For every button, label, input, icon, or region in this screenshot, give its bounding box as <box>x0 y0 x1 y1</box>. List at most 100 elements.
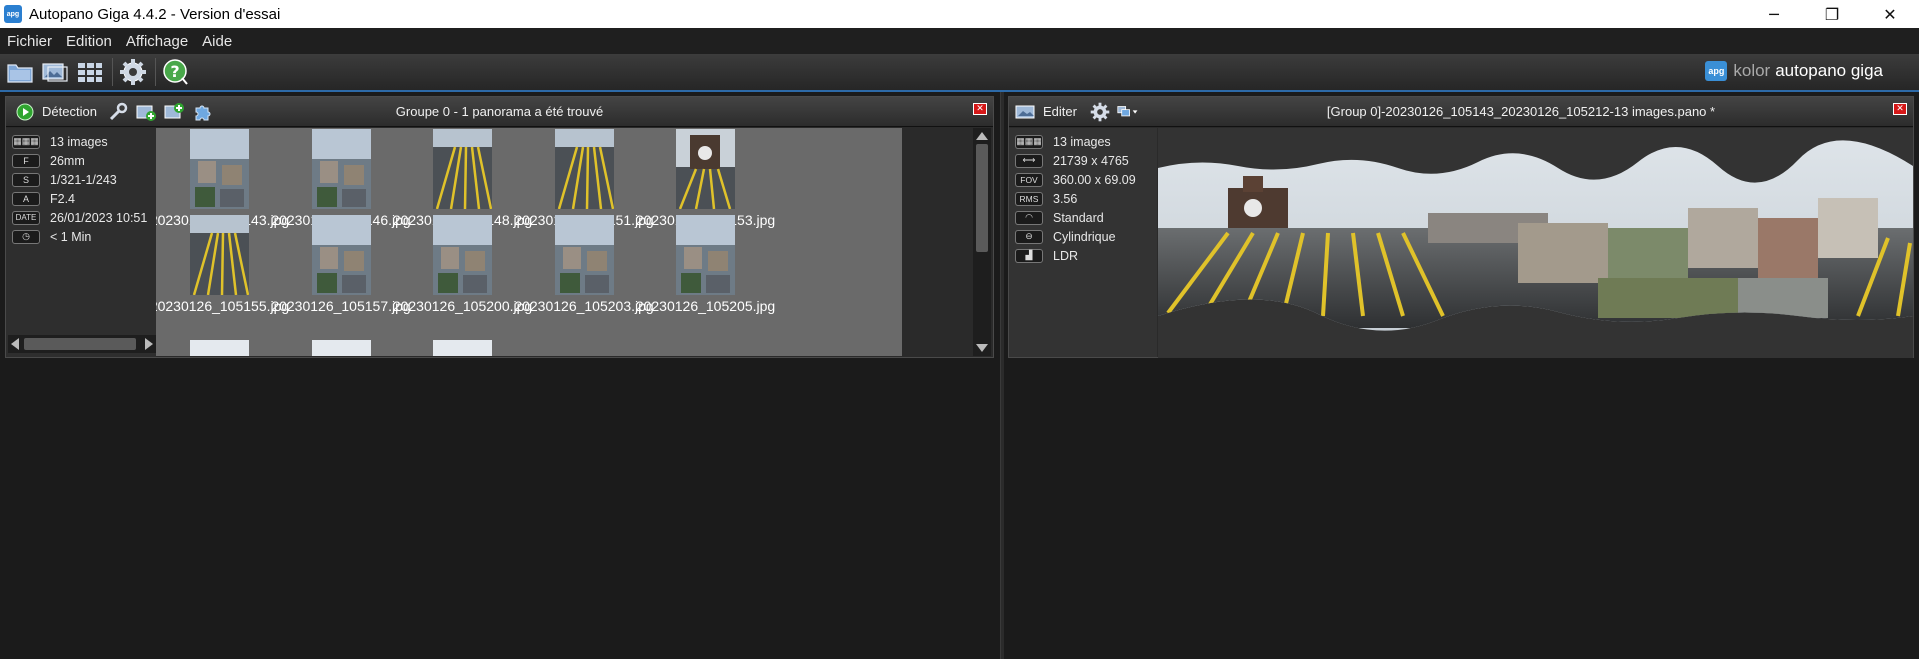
projection-value: Cylindrique <box>1053 229 1116 244</box>
info-row: S 1/321-1/243 <box>6 170 156 189</box>
minimize-button[interactable]: ─ <box>1745 0 1803 28</box>
panorama-preview[interactable] <box>1158 128 1913 358</box>
settings-gear-icon[interactable] <box>118 57 148 87</box>
close-window-button[interactable]: ✕ <box>1861 0 1919 28</box>
horizontal-scrollbar[interactable] <box>8 335 156 353</box>
menu-aide[interactable]: Aide <box>195 33 239 50</box>
panel-splitter[interactable] <box>1000 92 1004 659</box>
blend-mode-value: Standard <box>1053 210 1104 225</box>
scroll-right-icon[interactable] <box>145 338 153 350</box>
panorama-info-column: ▦▦▦ 13 images ⟷ 21739 x 4765 FOV 360.00 x 6… <box>1009 128 1157 357</box>
grid-empty-area <box>902 128 974 356</box>
fov-value: 360.00 x 69.09 <box>1053 172 1136 187</box>
aperture-badge: A <box>12 191 40 206</box>
info-row: ◠ Standard <box>1009 208 1157 227</box>
group-info-column: ▦▦▦ 13 images F 26mm S 1/321-1/243 A F2.4 DA… <box>6 128 156 357</box>
info-row: ⟷ 21739 x 4765 <box>1009 151 1157 170</box>
menu-fichier[interactable]: Fichier <box>0 33 59 50</box>
thumbnail-partial[interactable] <box>190 340 249 356</box>
thumbnail-image[interactable] <box>311 129 371 209</box>
app-logo-icon: apg <box>4 5 22 23</box>
brand-logo: apg kolor autopano giga <box>1705 61 1883 81</box>
size-arrows-icon: ⟷ <box>1015 153 1043 168</box>
panorama-panel: Editer [Group 0]-20230126_105143_2023012… <box>1008 96 1914 358</box>
date-badge: DATE <box>12 210 40 225</box>
aperture-value: F2.4 <box>50 191 76 206</box>
info-row: ⊖ Cylindrique <box>1009 227 1157 246</box>
settings-gear-icon[interactable] <box>1089 101 1111 123</box>
close-panel-icon[interactable]: ✕ <box>973 103 987 115</box>
window-title: Autopano Giga 4.4.2 - Version d'essai <box>29 5 281 23</box>
thumbnail-image[interactable] <box>676 129 735 210</box>
rms-value: 3.56 <box>1053 191 1078 206</box>
thumbnail-image[interactable] <box>554 215 614 295</box>
render-dropdown-icon[interactable] <box>1117 101 1139 123</box>
blend-mode-icon: ◠ <box>1015 210 1043 225</box>
fov-badge: FOV <box>1015 172 1043 187</box>
help-icon[interactable]: ? <box>161 57 191 87</box>
brand-logo-icon: apg <box>1705 61 1728 81</box>
panorama-preview-image <box>1158 128 1913 358</box>
info-row: A F2.4 <box>6 189 156 208</box>
info-row: ◷ < 1 Min <box>6 227 156 246</box>
scrollbar-thumb[interactable] <box>976 144 988 252</box>
edit-label[interactable]: Editer <box>1043 104 1077 119</box>
toolbar-separator <box>155 58 156 86</box>
scrollbar-thumb[interactable] <box>24 338 136 350</box>
puzzle-icon[interactable] <box>191 101 213 123</box>
grid-view-icon[interactable] <box>75 57 105 87</box>
thumbnail-item[interactable]: 20230126_105205.jpg <box>631 214 780 319</box>
thumbnail-image[interactable] <box>190 215 250 296</box>
open-folder-icon[interactable] <box>5 57 35 87</box>
thumbnail-grid: 20230126_105143.jpg20230126_105146.jpg20… <box>156 128 902 356</box>
thumbnail-image[interactable] <box>676 215 735 295</box>
close-panel-icon[interactable]: ✕ <box>1893 103 1907 115</box>
add-images-icon[interactable] <box>135 101 157 123</box>
projection-icon: ⊖ <box>1015 229 1043 244</box>
play-detection-icon[interactable] <box>14 101 36 123</box>
info-row: ▟ LDR <box>1009 246 1157 265</box>
thumbnail-image[interactable] <box>554 129 614 210</box>
thumbnail-partial[interactable] <box>433 340 492 356</box>
menu-affichage[interactable]: Affichage <box>119 33 195 50</box>
ldr-value: LDR <box>1053 248 1079 263</box>
open-images-icon[interactable] <box>40 57 70 87</box>
images-count: 13 images <box>50 134 108 149</box>
menu-edition[interactable]: Edition <box>59 33 119 50</box>
info-row: F 26mm <box>6 151 156 170</box>
info-row: FOV 360.00 x 69.09 <box>1009 170 1157 189</box>
brand-product-name: autopano giga <box>1775 61 1883 80</box>
main-toolbar: ? apg kolor autopano giga <box>0 54 1919 92</box>
info-row: DATE 26/01/2023 10:51 <box>6 208 156 227</box>
detection-panel: Détection Groupe 0 - 1 panorama a été tr… <box>5 96 994 358</box>
detection-label[interactable]: Détection <box>42 104 97 119</box>
info-row: RMS 3.56 <box>1009 189 1157 208</box>
thumbnail-image[interactable] <box>433 215 492 295</box>
shutter-value: 1/321-1/243 <box>50 172 117 187</box>
images-count-icon: ▦▦▦ <box>12 134 40 149</box>
images-count-icon: ▦▦▦ <box>1015 134 1043 149</box>
focal-badge: F <box>12 153 40 168</box>
ldr-icon: ▟ <box>1015 248 1043 263</box>
scroll-down-icon[interactable] <box>976 344 988 352</box>
pano-size-value: 21739 x 4765 <box>1053 153 1129 168</box>
maximize-button[interactable]: ❐ <box>1803 0 1861 28</box>
images-count: 13 images <box>1053 134 1111 149</box>
detection-panel-header: Détection Groupe 0 - 1 panorama a été tr… <box>6 97 993 127</box>
scroll-left-icon[interactable] <box>11 338 19 350</box>
scroll-up-icon[interactable] <box>976 132 988 140</box>
vertical-scrollbar[interactable] <box>973 128 991 356</box>
add-group-icon[interactable] <box>163 101 185 123</box>
brand-kolor-text: kolor <box>1733 61 1771 80</box>
thumbnail-image[interactable] <box>311 215 371 295</box>
date-value: 26/01/2023 10:51 <box>50 210 148 225</box>
thumbnail-image[interactable] <box>433 129 493 210</box>
thumbnail-image[interactable] <box>190 129 249 209</box>
edit-panorama-icon[interactable] <box>1015 101 1037 123</box>
shutter-badge: S <box>12 172 40 187</box>
info-row: ▦▦▦ 13 images <box>6 132 156 151</box>
panorama-panel-header: Editer [Group 0]-20230126_105143_2023012… <box>1009 97 1913 127</box>
panorama-file-title: [Group 0]-20230126_105143_20230126_10521… <box>1326 104 1716 119</box>
wrench-icon[interactable] <box>107 101 129 123</box>
thumbnail-partial[interactable] <box>311 340 371 356</box>
